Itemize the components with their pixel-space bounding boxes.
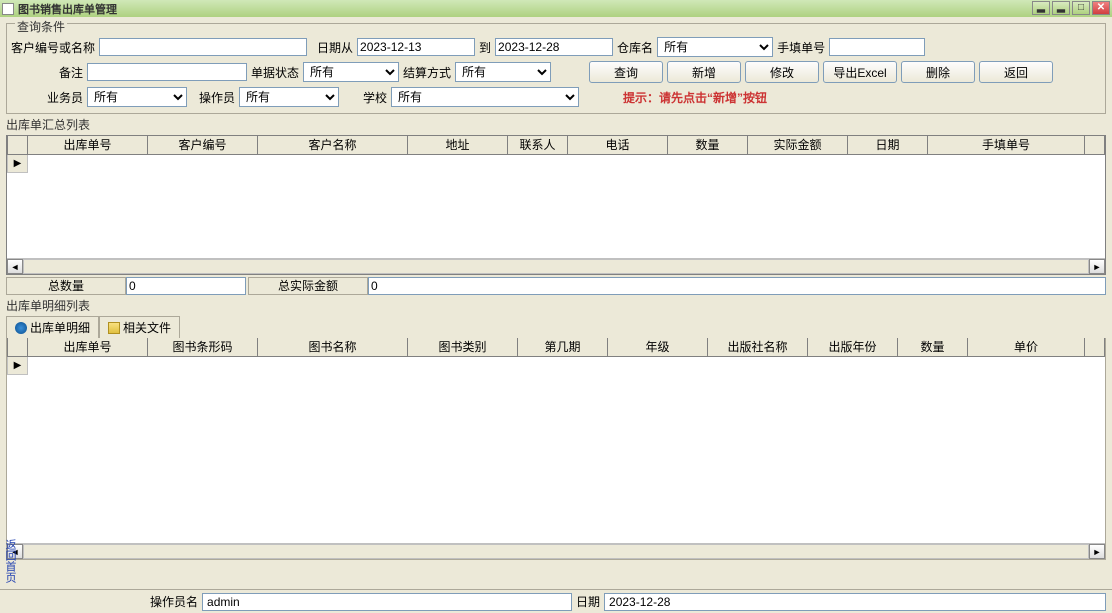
date-from-input[interactable] xyxy=(357,38,475,56)
status-date: 2023-12-28 xyxy=(604,593,1106,611)
settle-label: 结算方式 xyxy=(403,64,451,81)
remark-label: 备注 xyxy=(59,64,83,81)
detail-col-7[interactable]: 出版年份 xyxy=(808,338,898,356)
warehouse-label: 仓库名 xyxy=(617,39,653,56)
summary-col-8[interactable]: 日期 xyxy=(848,136,928,154)
export-button[interactable]: 导出Excel xyxy=(823,61,897,83)
customer-input[interactable] xyxy=(99,38,307,56)
summary-col-4[interactable]: 联系人 xyxy=(508,136,568,154)
hscroll-track[interactable] xyxy=(23,259,1089,274)
tab-detail[interactable]: 出库单明细 xyxy=(6,316,99,338)
summary-title: 出库单汇总列表 xyxy=(6,116,1106,133)
detail-table: 出库单号 图书条形码 图书名称 图书类别 第几期 年级 出版社名称 出版年份 数… xyxy=(7,338,1105,375)
scroll-right-icon[interactable]: ► xyxy=(1089,544,1105,559)
date-from-label: 日期从 xyxy=(317,39,353,56)
salesperson-select[interactable]: 所有 xyxy=(87,87,187,107)
summary-col-7[interactable]: 实际金额 xyxy=(748,136,848,154)
date-to-input[interactable] xyxy=(495,38,613,56)
tab-files-label: 相关文件 xyxy=(123,319,171,336)
operator-select[interactable]: 所有 xyxy=(239,87,339,107)
row-pointer-icon: ▶ xyxy=(8,154,28,172)
bill-status-label: 单据状态 xyxy=(251,64,299,81)
detail-title: 出库单明细列表 xyxy=(6,297,1106,314)
remark-input[interactable] xyxy=(87,63,247,81)
total-qty-value: 0 xyxy=(126,277,246,295)
school-label: 学校 xyxy=(363,89,387,106)
tab-detail-label: 出库单明细 xyxy=(30,319,90,336)
document-icon xyxy=(108,322,120,334)
status-operator: admin xyxy=(202,593,572,611)
detail-col-5[interactable]: 年级 xyxy=(608,338,708,356)
query-group-title: 查询条件 xyxy=(15,18,67,35)
summary-col-3[interactable]: 地址 xyxy=(408,136,508,154)
bill-status-select[interactable]: 所有 xyxy=(303,62,399,82)
row-pointer-icon: ▶ xyxy=(8,356,28,374)
status-operator-label: 操作员名 xyxy=(150,593,198,610)
operator-label: 操作员 xyxy=(199,89,235,106)
maximize-button[interactable]: □ xyxy=(1072,1,1090,15)
summary-grid: 出库单号 客户编号 客户名称 地址 联系人 电话 数量 实际金额 日期 手填单号… xyxy=(6,135,1106,275)
scroll-left-icon[interactable]: ◄ xyxy=(7,259,23,274)
side-link[interactable]: 返回首页 xyxy=(2,539,18,583)
back-button[interactable]: 返回 xyxy=(979,61,1053,83)
summary-col-2[interactable]: 客户名称 xyxy=(258,136,408,154)
detail-col-0[interactable]: 出库单号 xyxy=(28,338,148,356)
total-qty-label: 总数量 xyxy=(6,277,126,295)
summary-col-6[interactable]: 数量 xyxy=(668,136,748,154)
hscroll-track[interactable] xyxy=(23,544,1089,559)
customer-label: 客户编号或名称 xyxy=(11,39,95,56)
detail-col-6[interactable]: 出版社名称 xyxy=(708,338,808,356)
detail-col-3[interactable]: 图书类别 xyxy=(408,338,518,356)
window-title: 图书销售出库单管理 xyxy=(18,1,117,17)
warehouse-select[interactable]: 所有 xyxy=(657,37,773,57)
manual-no-label: 手填单号 xyxy=(777,39,825,56)
scroll-right-icon[interactable]: ► xyxy=(1089,259,1105,274)
query-group: 查询条件 客户编号或名称 日期从 到 仓库名 所有 手填单号 备注 xyxy=(6,23,1106,114)
salesperson-label: 业务员 xyxy=(47,89,83,106)
minimize-button-2[interactable]: ▂ xyxy=(1052,1,1070,15)
summary-col-5[interactable]: 电话 xyxy=(568,136,668,154)
query-button[interactable]: 查询 xyxy=(589,61,663,83)
detail-col-8[interactable]: 数量 xyxy=(898,338,968,356)
titlebar: 图书销售出库单管理 ▂ ▂ □ ✕ xyxy=(0,0,1112,17)
summary-col-1[interactable]: 客户编号 xyxy=(148,136,258,154)
summary-table: 出库单号 客户编号 客户名称 地址 联系人 电话 数量 实际金额 日期 手填单号… xyxy=(7,136,1105,173)
detail-col-4[interactable]: 第几期 xyxy=(518,338,608,356)
globe-icon xyxy=(15,322,27,334)
date-to-label: 到 xyxy=(479,39,491,56)
edit-button[interactable]: 修改 xyxy=(745,61,819,83)
total-amt-value: 0 xyxy=(368,277,1106,295)
delete-button[interactable]: 删除 xyxy=(901,61,975,83)
add-button[interactable]: 新增 xyxy=(667,61,741,83)
hint-text: 提示：请先点击“新增”按钮 xyxy=(623,89,767,106)
detail-col-1[interactable]: 图书条形码 xyxy=(148,338,258,356)
close-button[interactable]: ✕ xyxy=(1092,1,1110,15)
total-amt-label: 总实际金额 xyxy=(248,277,368,295)
status-date-label: 日期 xyxy=(576,593,600,610)
summary-col-0[interactable]: 出库单号 xyxy=(28,136,148,154)
detail-col-2[interactable]: 图书名称 xyxy=(258,338,408,356)
settle-select[interactable]: 所有 xyxy=(455,62,551,82)
tab-files[interactable]: 相关文件 xyxy=(99,316,180,338)
manual-no-input[interactable] xyxy=(829,38,925,56)
statusbar: 操作员名 admin 日期 2023-12-28 xyxy=(0,589,1112,613)
detail-col-9[interactable]: 单价 xyxy=(968,338,1085,356)
detail-tabs: 出库单明细 相关文件 xyxy=(6,316,1106,338)
app-icon xyxy=(2,3,14,15)
school-select[interactable]: 所有 xyxy=(391,87,579,107)
summary-col-9[interactable]: 手填单号 xyxy=(928,136,1085,154)
minimize-button-1[interactable]: ▂ xyxy=(1032,1,1050,15)
